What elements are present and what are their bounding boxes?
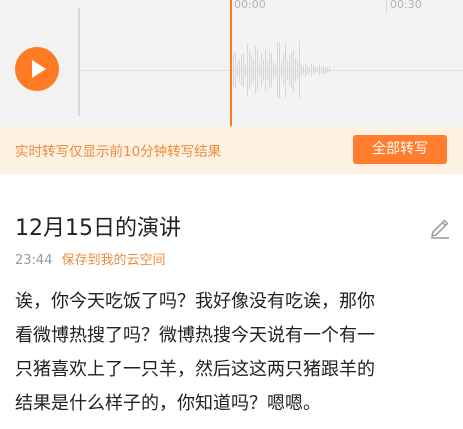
waveform-bar: [323, 65, 324, 75]
waveform-bar: [243, 52, 244, 88]
play-icon: [32, 60, 46, 78]
transcript-text: 诶，你今天吃饭了吗？我好像没有吃诶，那你 看微博热搜了吗？微博热搜今天说有一个有…: [15, 285, 455, 421]
playhead[interactable]: [230, 0, 232, 126]
waveform-bar: [251, 55, 252, 85]
waveform-bar: [289, 54, 290, 86]
waveform-bar: [293, 48, 294, 92]
waveform-bar: [315, 66, 316, 74]
transcript-line: 结果是什么样子的，你知道吗？嗯嗯。: [15, 393, 321, 414]
waveform-bar: [245, 63, 246, 77]
recording-time: 23:44: [15, 253, 53, 268]
play-button[interactable]: [15, 47, 59, 91]
voice-recorder-screen: 00:00 00:30 实时转写仅显示前10分钟转写结果 全部转写 12月15日…: [0, 0, 463, 429]
waveform-bar: [255, 46, 256, 94]
waveform-bar: [249, 50, 250, 90]
waveform-bar: [321, 67, 322, 73]
waveform-panel[interactable]: 00:00 00:30: [0, 0, 463, 126]
waveform-bar: [317, 67, 318, 73]
waveform-bar: [235, 51, 236, 89]
waveform-bar: [301, 64, 302, 76]
waveform-bar: [267, 61, 268, 79]
waveform-bar: [285, 42, 286, 98]
waveform-bar: [263, 59, 264, 81]
waveform-bar: [237, 62, 238, 78]
waveform-bar: [253, 58, 254, 82]
waveform-bar: [269, 51, 270, 89]
edit-pencil-icon[interactable]: [428, 216, 452, 240]
waveform-bar: [257, 49, 258, 91]
waveform-bar: [271, 53, 272, 87]
waveform-bar: [241, 54, 242, 86]
waveform-bar: [325, 66, 326, 74]
waveform-bar: [247, 43, 248, 97]
waveform-bar: [309, 66, 310, 74]
notice-text: 实时转写仅显示前10分钟转写结果: [15, 144, 222, 160]
waveform-bar: [281, 62, 282, 78]
transcript-line: 只猪喜欢上了一只羊，然后这这两只猪跟羊的: [15, 359, 375, 380]
waveform-bar: [239, 59, 240, 81]
waveform-bar: [303, 66, 304, 74]
waveform-bar: [265, 48, 266, 92]
waveform-bar: [297, 60, 298, 80]
waveform-bar: [279, 41, 280, 99]
transcribe-all-button[interactable]: 全部转写: [353, 135, 447, 164]
waveform-bar: [283, 54, 284, 86]
waveform-bar: [287, 60, 288, 80]
waveform-bar: [259, 63, 260, 77]
waveform-bar: [307, 65, 308, 75]
waveform-bar: [233, 53, 234, 87]
waveform-bar: [319, 64, 320, 76]
save-to-cloud-link[interactable]: 保存到我的云空间: [61, 253, 165, 268]
waveform-bar: [295, 58, 296, 82]
waveform-bar: [261, 53, 262, 87]
recording-title: 12月15日的演讲: [15, 216, 181, 241]
waveform-bar: [273, 60, 274, 80]
transcript-line: 看微博热搜了吗？微博热搜今天说有一个有一: [15, 325, 375, 346]
waveform-bar: [275, 63, 276, 77]
transcript-line: 诶，你今天吃饭了吗？我好像没有吃诶，那你: [15, 291, 375, 312]
waveform-bar: [277, 42, 278, 98]
waveform-bar: [327, 67, 328, 73]
recording-meta: 23:44 保存到我的云空间: [15, 249, 165, 268]
waveform-bar: [313, 66, 314, 74]
waveform-bar: [299, 41, 300, 99]
waveform-bar: [311, 63, 312, 77]
waveform-bar: [291, 51, 292, 89]
waveform-bar: [329, 67, 330, 73]
waveform-bar: [305, 63, 306, 77]
